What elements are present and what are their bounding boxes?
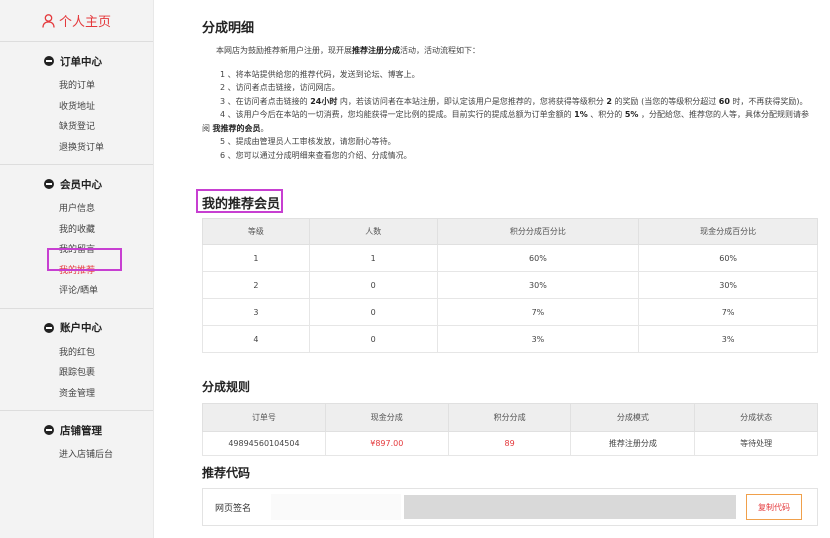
collapse-icon[interactable] — [44, 425, 54, 435]
rules-title: 分成规则 — [202, 380, 251, 394]
referral-code-field[interactable] — [404, 495, 736, 519]
col-order-no: 订单号 — [202, 403, 326, 432]
copy-code-button[interactable]: 复制代码 — [746, 494, 802, 520]
group-orders: 订单中心 我的订单 收货地址 缺货登记 退换货订单 — [0, 42, 153, 165]
intro-line-6: 6 、您可以通过分成明细来查看您的介绍、分成情况。 — [220, 150, 412, 160]
order-number: 49894560104504 — [202, 431, 326, 456]
profile-link[interactable]: 个人主页 — [0, 0, 153, 42]
intro-line-4: 4 、该用户今后在本站的一切消费，您均能获得一定比例的提成。目前实行的提成总额为… — [220, 110, 809, 119]
collapse-icon[interactable] — [44, 179, 54, 189]
cash-share: ¥897.00 — [324, 431, 449, 456]
share-mode: 推荐注册分成 — [570, 431, 696, 456]
sidebar-item-funds[interactable]: 资金管理 — [59, 384, 153, 405]
intro-text: 本网店为鼓励推荐新用户注册，现开展推荐注册分成活动，活动流程如下： 1 、将本站… — [202, 44, 818, 162]
intro-lead-bold: 推荐注册分成 — [352, 46, 400, 55]
group-title-member: 会员中心 — [60, 178, 102, 191]
col-points: 积分分成 — [447, 403, 572, 432]
annotation-highlight-members — [196, 189, 283, 213]
sidebar-item-address[interactable]: 收货地址 — [59, 97, 153, 118]
sidebar-item-out-of-stock[interactable]: 缺货登记 — [59, 117, 153, 138]
sidebar-item-track-package[interactable]: 跟踪包裹 — [59, 363, 153, 384]
referral-title: 推荐代码 — [202, 466, 251, 480]
table-row: 49894560104504 ¥897.00 89 推荐注册分成 等待处理 — [202, 431, 818, 456]
sidebar-item-shop-backend[interactable]: 进入店铺后台 — [59, 445, 153, 466]
web-signature-label: 网页签名 — [215, 504, 252, 514]
intro-lead: 本网店为鼓励推荐新用户注册，现开展 — [216, 46, 352, 55]
signature-preview — [271, 494, 401, 520]
col-mode: 分成模式 — [570, 403, 696, 432]
sidebar-item-red-packets[interactable]: 我的红包 — [59, 343, 153, 364]
table-row: 4 0 3% 3% — [202, 325, 818, 353]
sidebar-item-favorites[interactable]: 我的收藏 — [59, 220, 153, 241]
group-title-shop: 店铺管理 — [60, 424, 102, 437]
col-status: 分成状态 — [694, 403, 818, 432]
intro-line-2: 2 、访问者点击链接，访问网店。 — [220, 83, 340, 92]
rules-table: 订单号 现金分成 积分分成 分成模式 分成状态 49894560104504 ¥… — [202, 403, 818, 456]
col-level: 等级 — [202, 218, 310, 245]
col-cash-pct: 现金分成百分比 — [638, 218, 818, 245]
person-icon — [42, 13, 55, 28]
group-account: 账户中心 我的红包 跟踪包裹 资金管理 — [0, 309, 153, 411]
table-row: 3 0 7% 7% — [202, 298, 818, 326]
intro-line-3: 3 、在访问者点击链接的 24小时 内，若该访问者在本站注册，即认定该用户是您推… — [220, 96, 808, 106]
collapse-icon[interactable] — [44, 56, 54, 66]
sidebar-item-reviews[interactable]: 评论/晒单 — [59, 281, 153, 302]
table-row: 1 1 60% 60% — [202, 244, 818, 272]
table-header-row: 订单号 现金分成 积分分成 分成模式 分成状态 — [202, 403, 818, 432]
recommended-members-link[interactable]: 我推荐的会员 — [213, 124, 261, 133]
share-status: 等待处理 — [694, 431, 818, 456]
sidebar-item-returns[interactable]: 退换货订单 — [59, 138, 153, 159]
col-cash: 现金分成 — [324, 403, 449, 432]
group-title-orders: 订单中心 — [60, 55, 102, 68]
annotation-highlight-sidebar — [47, 248, 122, 271]
sidebar-item-user-info[interactable]: 用户信息 — [59, 199, 153, 220]
intro-lead-post: 活动，活动流程如下： — [400, 46, 480, 55]
group-title-account: 账户中心 — [60, 322, 102, 334]
referral-code-box: 网页签名 复制代码 — [202, 488, 818, 526]
members-table: 等级 人数 积分分成百分比 现金分成百分比 1 1 60% 60% 2 0 30% 30% … — [202, 218, 818, 353]
intro-line-1: 1 、将本站提供给您的推荐代码，发送到论坛、博客上。 — [220, 69, 420, 79]
page-title: 分成明细 — [202, 21, 255, 36]
collapse-icon[interactable] — [44, 322, 54, 333]
col-points-pct: 积分分成百分比 — [436, 218, 640, 245]
table-header-row: 等级 人数 积分分成百分比 现金分成百分比 — [202, 218, 818, 245]
intro-line-5: 5 、提成由管理员人工审核发放，请您耐心等待。 — [220, 137, 396, 146]
table-row: 2 0 30% 30% — [202, 271, 818, 299]
profile-label: 个人主页 — [58, 15, 111, 30]
col-count: 人数 — [308, 218, 438, 245]
group-shop: 店铺管理 进入店铺后台 — [0, 411, 153, 472]
intro-line-4b: 阅 我推荐的会员。 — [202, 123, 269, 133]
sidebar-item-my-orders[interactable]: 我的订单 — [59, 76, 153, 97]
group-member: 会员中心 用户信息 我的收藏 我的留言 我的推荐 评论/晒单 — [0, 165, 153, 309]
points-share: 89 — [447, 431, 572, 456]
